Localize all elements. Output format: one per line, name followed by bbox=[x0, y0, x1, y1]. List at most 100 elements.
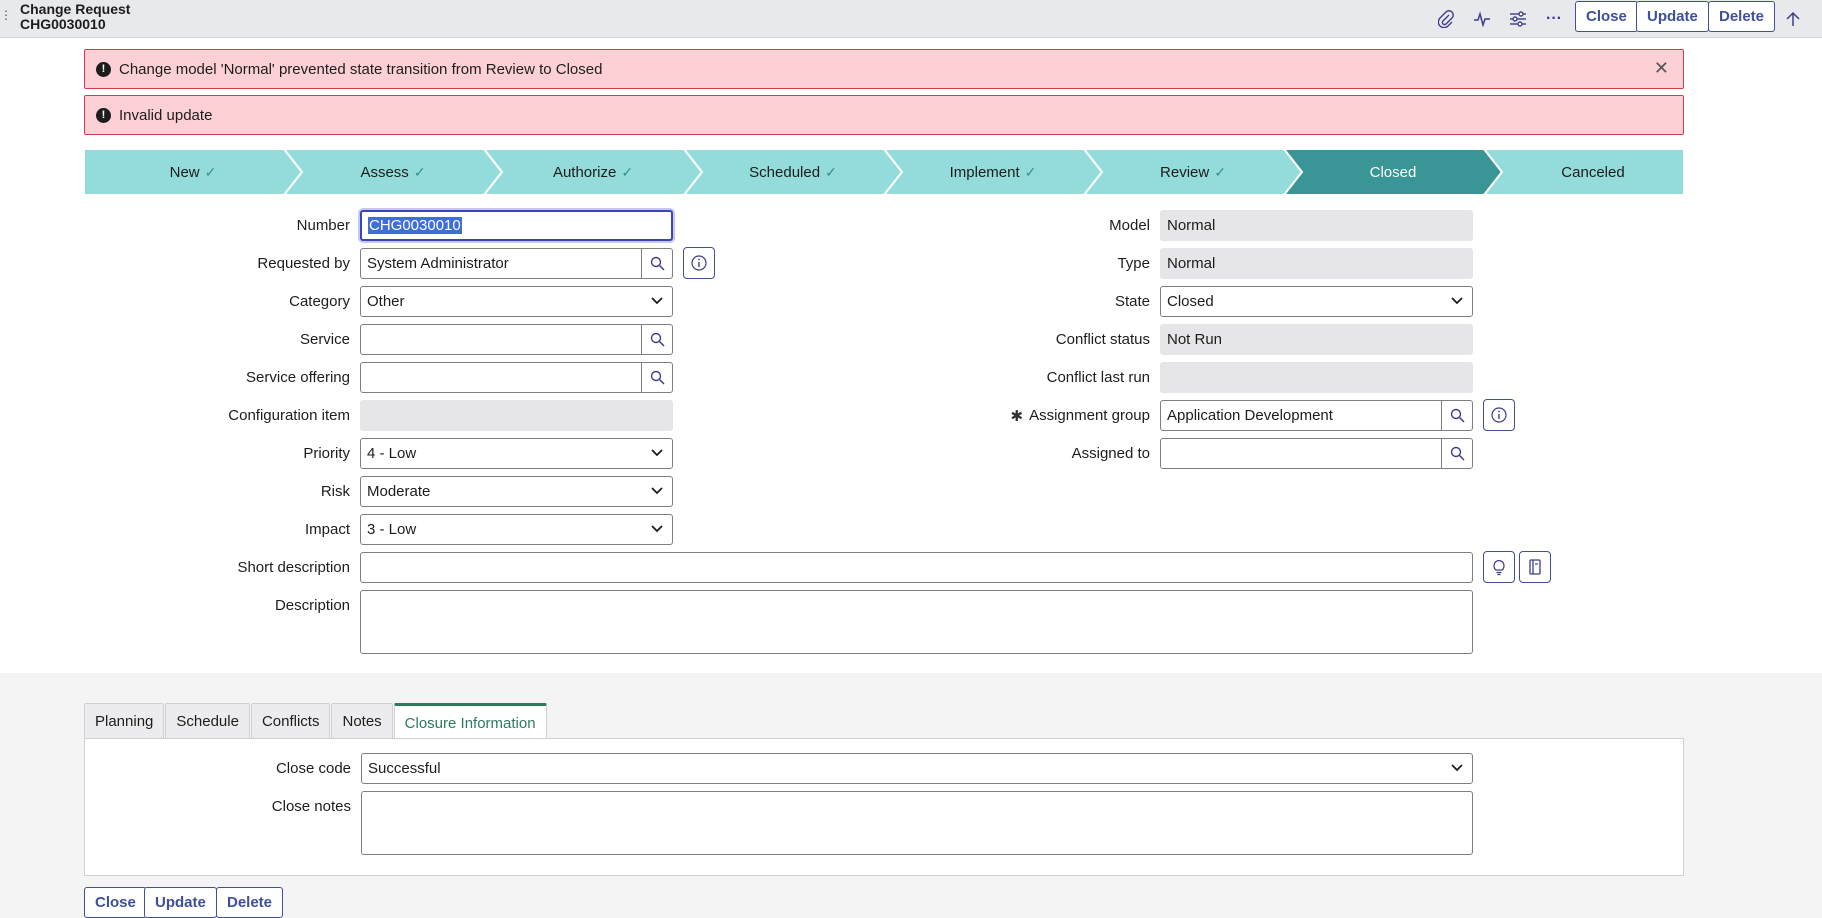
exclamation-icon: ! bbox=[96, 107, 111, 123]
sliders-icon[interactable] bbox=[1506, 7, 1530, 31]
paperclip-icon[interactable] bbox=[1434, 7, 1458, 31]
book-icon[interactable] bbox=[1519, 551, 1551, 583]
stage-review: Review ✓ bbox=[1093, 149, 1293, 195]
requested-by-value: System Administrator bbox=[367, 255, 509, 272]
tab-closure-information[interactable]: Closure Information bbox=[393, 703, 547, 740]
stage-label-text: Implement bbox=[949, 163, 1020, 181]
number-label: Number bbox=[296, 217, 350, 234]
number-field[interactable]: CHG0030010 bbox=[360, 210, 673, 241]
service-offering-field[interactable] bbox=[360, 362, 673, 393]
service-field[interactable] bbox=[360, 324, 673, 355]
process-flow: New ✓ Assess ✓ Authorize ✓ Scheduled ✓ Implement… bbox=[84, 149, 1684, 195]
assignment-group-field[interactable]: Application Development bbox=[1160, 400, 1473, 431]
info-icon[interactable] bbox=[1483, 399, 1515, 431]
service-offering-label: Service offering bbox=[246, 369, 350, 386]
header-delete-button[interactable]: Delete bbox=[1708, 1, 1776, 32]
search-icon[interactable] bbox=[641, 362, 672, 393]
header-update-button[interactable]: Update bbox=[1636, 1, 1709, 32]
short-description-field[interactable] bbox=[360, 552, 1473, 583]
impact-value: 3 - Low bbox=[367, 521, 417, 538]
stage-closed: Closed bbox=[1293, 149, 1493, 195]
checkmark-icon: ✓ bbox=[621, 163, 634, 180]
menu-handle-icon[interactable]: ⋮ bbox=[0, 8, 12, 22]
risk-select[interactable]: Moderate bbox=[360, 476, 673, 507]
assigned-to-label: Assigned to bbox=[1071, 445, 1150, 462]
search-icon[interactable] bbox=[1441, 400, 1472, 431]
close-notes-textarea[interactable] bbox=[361, 791, 1473, 855]
close-code-select[interactable]: Successful bbox=[361, 753, 1473, 784]
stage-authorize: Authorize ✓ bbox=[493, 149, 693, 195]
stage-label-text: Review bbox=[1160, 163, 1210, 181]
short-description-label: Short description bbox=[237, 559, 350, 576]
stage-canceled: Canceled bbox=[1493, 149, 1693, 195]
assignment-group-label: ✱ Assignment group bbox=[900, 400, 1150, 431]
assignment-group-value: Application Development bbox=[1167, 407, 1333, 424]
required-icon: ✱ bbox=[1010, 407, 1024, 425]
risk-value: Moderate bbox=[367, 483, 431, 500]
category-value: Other bbox=[367, 293, 405, 310]
tab-conflicts[interactable]: Conflicts bbox=[250, 703, 331, 739]
stage-label-text: Scheduled bbox=[749, 163, 821, 181]
conflict-status-label: Conflict status bbox=[1055, 331, 1150, 348]
stage-label-text: Authorize bbox=[552, 163, 617, 181]
arrow-up-icon[interactable] bbox=[1781, 7, 1805, 31]
category-select[interactable]: Other bbox=[360, 286, 673, 317]
checkmark-icon: ✓ bbox=[413, 163, 426, 180]
conflict-status-value: Not Run bbox=[1167, 331, 1223, 348]
state-value: Closed bbox=[1167, 293, 1214, 310]
state-select[interactable]: Closed bbox=[1160, 286, 1473, 317]
footer-delete-button[interactable]: Delete bbox=[216, 887, 284, 918]
model-field: Normal bbox=[1160, 210, 1473, 241]
description-textarea[interactable] bbox=[360, 590, 1473, 654]
search-icon[interactable] bbox=[641, 324, 672, 355]
stage-label-text: Assess bbox=[360, 163, 409, 181]
more-icon[interactable]: ··· bbox=[1542, 7, 1566, 31]
search-icon[interactable] bbox=[641, 248, 672, 279]
close-icon[interactable]: ✕ bbox=[1654, 58, 1669, 79]
number-value: CHG0030010 bbox=[368, 217, 462, 234]
close-notes-label: Close notes bbox=[271, 798, 351, 815]
stage-assess: Assess ✓ bbox=[293, 149, 493, 195]
type-value: Normal bbox=[1167, 255, 1216, 272]
chevron-down-icon bbox=[651, 297, 663, 305]
stage-implement: Implement ✓ bbox=[893, 149, 1093, 195]
form-header: ⋮ Change Request CHG0030010 ··· Close Up… bbox=[0, 0, 1822, 38]
info-icon[interactable] bbox=[683, 247, 715, 279]
priority-value: 4 - Low bbox=[367, 445, 417, 462]
search-icon[interactable] bbox=[1441, 438, 1472, 469]
chevron-down-icon bbox=[651, 449, 663, 457]
exclamation-icon: ! bbox=[96, 61, 111, 77]
close-code-label: Close code bbox=[275, 760, 351, 777]
risk-label: Risk bbox=[320, 483, 350, 500]
section-tabs: Planning Schedule Conflicts Notes Closur… bbox=[84, 703, 548, 740]
tab-schedule[interactable]: Schedule bbox=[165, 703, 250, 739]
checkmark-icon: ✓ bbox=[825, 163, 837, 180]
assigned-to-field[interactable] bbox=[1160, 438, 1473, 469]
impact-label: Impact bbox=[304, 521, 350, 538]
error-alert-invalid-update: ! Invalid update bbox=[84, 95, 1684, 135]
type-field: Normal bbox=[1160, 248, 1473, 279]
stage-label-text: Closed bbox=[1369, 163, 1417, 181]
lightbulb-icon[interactable] bbox=[1483, 551, 1515, 583]
impact-select[interactable]: 3 - Low bbox=[360, 514, 673, 545]
activity-icon[interactable] bbox=[1470, 7, 1494, 31]
model-value: Normal bbox=[1167, 217, 1216, 234]
type-label: Type bbox=[1117, 255, 1150, 272]
form-title: Change Request bbox=[20, 1, 131, 17]
assignment-group-label-text: Assignment group bbox=[1029, 407, 1150, 424]
close-code-value: Successful bbox=[368, 760, 441, 777]
tab-notes[interactable]: Notes bbox=[331, 703, 393, 739]
configuration-item-field bbox=[360, 400, 673, 431]
chevron-down-icon bbox=[651, 487, 663, 495]
chevron-down-icon bbox=[651, 525, 663, 533]
priority-select[interactable]: 4 - Low bbox=[360, 438, 673, 469]
footer-update-button[interactable]: Update bbox=[144, 887, 217, 918]
header-close-button[interactable]: Close bbox=[1575, 1, 1638, 32]
chevron-down-icon bbox=[1451, 297, 1463, 305]
requested-by-field[interactable]: System Administrator bbox=[360, 248, 673, 279]
priority-label: Priority bbox=[303, 445, 350, 462]
footer-close-button[interactable]: Close bbox=[84, 887, 147, 918]
tab-planning[interactable]: Planning bbox=[84, 703, 165, 739]
stage-label-text: New bbox=[169, 163, 200, 181]
stage-label-text: Canceled bbox=[1561, 163, 1625, 181]
